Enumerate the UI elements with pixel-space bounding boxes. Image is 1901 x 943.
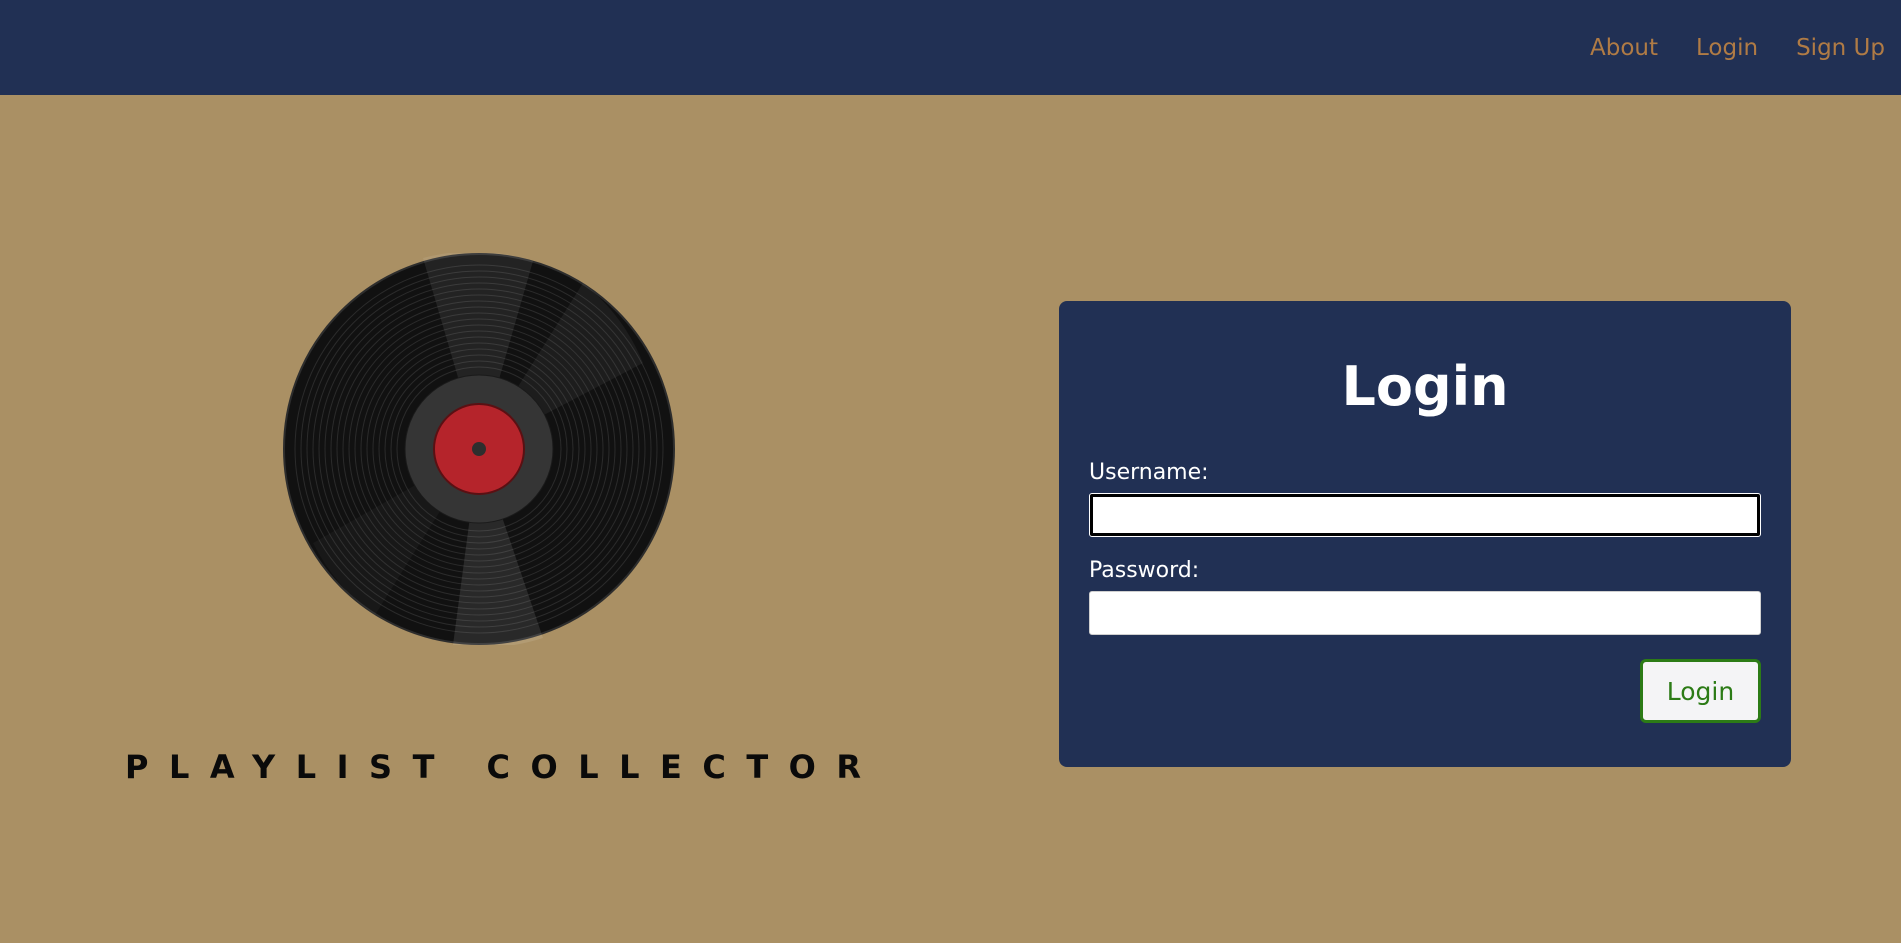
login-card: Login Username: Password: Login [1059,301,1791,767]
nav-link-login[interactable]: Login [1696,30,1758,66]
brand-title: PLAYLIST COLLECTOR [125,748,882,786]
nav-links: About Login Sign Up [1590,30,1885,66]
submit-row: Login [1089,659,1761,723]
login-submit-button[interactable]: Login [1640,659,1761,723]
nav-link-sign-up[interactable]: Sign Up [1796,30,1885,66]
username-label: Username: [1089,460,1209,485]
top-navbar: About Login Sign Up [0,0,1901,95]
login-heading: Login [1341,355,1509,418]
vinyl-record-icon [283,251,675,648]
nav-link-about[interactable]: About [1590,30,1658,66]
password-input[interactable] [1089,591,1761,635]
username-input[interactable] [1089,493,1761,537]
password-label: Password: [1089,558,1200,583]
